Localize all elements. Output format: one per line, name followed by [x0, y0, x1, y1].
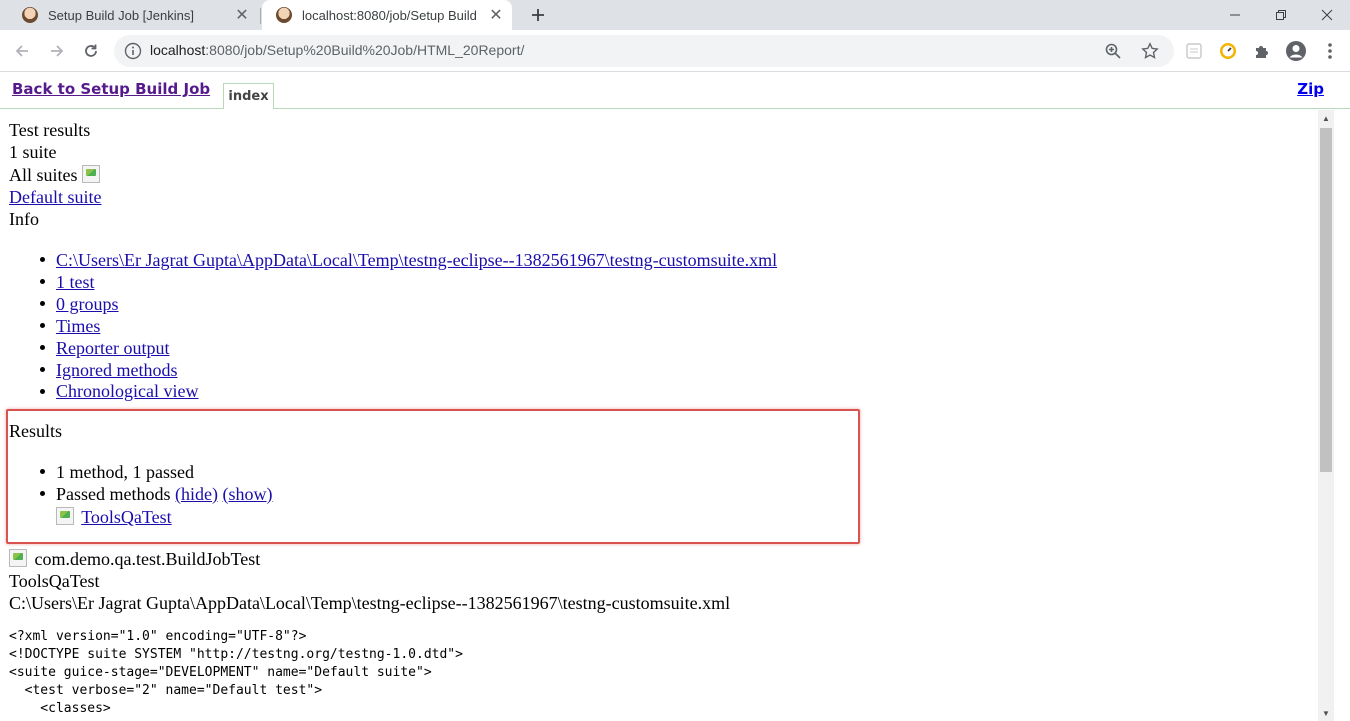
arrow-right-icon	[51, 45, 64, 57]
list-bullet	[40, 345, 45, 350]
xml-source-block: <?xml version="1.0" encoding="UTF-8"?> <…	[9, 629, 463, 716]
suite-file-link[interactable]: C:\Users\Er Jagrat Gupta\AppData\Local\T…	[56, 250, 777, 270]
list-bullet	[40, 257, 45, 262]
tab-setup-build-job[interactable]: Setup Build Job [Jenkins] ✕	[8, 0, 258, 30]
list-bullet	[40, 323, 45, 328]
broken-image-icon[interactable]	[82, 165, 101, 183]
all-suites-label: All suites	[9, 165, 78, 185]
test-name: ToolsQaTest	[9, 571, 100, 591]
url-host: localhost	[150, 42, 206, 58]
zip-download-link[interactable]: Zip	[1297, 80, 1324, 98]
arrow-left-icon	[15, 45, 28, 57]
info-icon[interactable]	[124, 42, 142, 60]
url-path: :8080/job/Setup%20Build%20Job/HTML_20Rep…	[205, 42, 525, 58]
info-heading: Info	[9, 209, 39, 229]
list-item: Ignored methods	[56, 359, 177, 381]
report-content: Test results 1 suite All suites Default …	[0, 110, 1318, 721]
menu-kebab-icon[interactable]	[1316, 37, 1344, 65]
close-tab-icon[interactable]: ✕	[232, 5, 252, 25]
times-link[interactable]: Times	[56, 316, 100, 336]
groups-link[interactable]: 0 groups	[56, 294, 119, 314]
class-name: com.demo.qa.test.BuildJobTest	[34, 549, 261, 569]
browser-toolbar: localhost:8080/job/Setup%20Build%20Job/H…	[0, 30, 1350, 72]
extensions-puzzle-icon[interactable]	[1248, 37, 1276, 65]
show-link[interactable]: (show)	[222, 484, 272, 504]
list-item: Reporter output	[56, 337, 169, 359]
list-item: Chronological view	[56, 380, 198, 402]
address-url[interactable]: localhost:8080/job/Setup%20Build%20Job/H…	[150, 42, 524, 58]
browser-tab-strip: Setup Build Job [Jenkins] ✕ localhost:80…	[0, 0, 1350, 30]
reporter-output-link[interactable]: Reporter output	[56, 338, 169, 358]
minimize-button[interactable]	[1212, 0, 1258, 30]
list-item: 0 groups	[56, 293, 119, 315]
list-item: 1 test	[56, 271, 95, 293]
hide-link[interactable]: (hide)	[175, 484, 218, 504]
reload-icon	[85, 44, 97, 57]
restore-button[interactable]	[1258, 0, 1304, 30]
class-row: com.demo.qa.test.BuildJobTest	[9, 548, 260, 570]
close-window-button[interactable]	[1304, 0, 1350, 30]
list-bullet	[40, 367, 45, 372]
close-icon	[1321, 9, 1333, 21]
scroll-down-arrow-icon[interactable]: ▼	[1318, 705, 1334, 721]
chronological-view-link[interactable]: Chronological view	[56, 381, 198, 401]
list-bullet	[40, 389, 45, 394]
tab-separator	[260, 8, 261, 24]
default-suite-link[interactable]: Default suite	[9, 187, 101, 207]
list-bullet	[40, 279, 45, 284]
tab-title: localhost:8080/job/Setup Build Jo	[302, 7, 480, 23]
default-suite-row: Default suite	[9, 186, 101, 208]
passed-method-row: ToolsQaTest	[56, 506, 172, 528]
profile-avatar-icon[interactable]	[1282, 37, 1310, 65]
tab-index[interactable]: index	[223, 83, 274, 109]
bookmark-star-icon[interactable]	[1141, 42, 1159, 65]
list-bullet	[40, 491, 45, 496]
broken-image-icon	[9, 549, 27, 567]
all-suites-row: All suites	[9, 164, 103, 186]
list-item: Times	[56, 315, 100, 337]
report-header: Back to Setup Build Job index Zip	[0, 72, 1350, 109]
suite-count: 1 suite	[9, 142, 57, 162]
tab-title: Setup Build Job [Jenkins]	[48, 7, 194, 23]
back-to-job-link[interactable]: Back to Setup Build Job	[12, 80, 210, 98]
vertical-scrollbar[interactable]: ▲ ▼	[1318, 110, 1334, 721]
zoom-icon[interactable]	[1104, 42, 1122, 65]
minimize-icon	[1230, 14, 1240, 16]
list-bullet	[40, 301, 45, 306]
toolsqatest-link[interactable]: ToolsQaTest	[81, 507, 171, 527]
close-tab-icon[interactable]: ✕	[486, 5, 506, 25]
extension-reader-icon[interactable]	[1180, 37, 1208, 65]
test-results-heading: Test results	[9, 120, 91, 140]
list-bullet	[40, 469, 45, 474]
ignored-methods-link[interactable]: Ignored methods	[56, 360, 177, 380]
reload-button[interactable]	[77, 37, 105, 65]
passed-methods-label: Passed methods	[56, 484, 171, 504]
jenkins-favicon-icon	[22, 7, 38, 23]
results-heading: Results	[9, 421, 63, 441]
back-button[interactable]	[8, 37, 36, 65]
new-tab-button[interactable]	[526, 3, 550, 27]
method-summary: 1 method, 1 passed	[56, 462, 194, 482]
scrollbar-thumb[interactable]	[1320, 128, 1332, 472]
forward-button[interactable]	[43, 37, 71, 65]
tests-link[interactable]: 1 test	[56, 272, 95, 292]
restore-icon	[1276, 10, 1286, 20]
passed-methods-row: Passed methods (hide) (show)	[56, 483, 272, 505]
suite-path: C:\Users\Er Jagrat Gupta\AppData\Local\T…	[9, 593, 731, 613]
scroll-up-arrow-icon[interactable]: ▲	[1318, 110, 1334, 126]
address-bar[interactable]: localhost:8080/job/Setup%20Build%20Job/H…	[114, 35, 1174, 67]
extension-speedometer-icon[interactable]	[1214, 37, 1242, 65]
broken-image-icon	[56, 507, 74, 525]
plus-icon	[532, 9, 544, 21]
list-item: C:\Users\Er Jagrat Gupta\AppData\Local\T…	[56, 249, 777, 271]
tab-html-report[interactable]: localhost:8080/job/Setup Build Jo ✕	[262, 0, 512, 30]
jenkins-favicon-icon	[276, 7, 292, 23]
